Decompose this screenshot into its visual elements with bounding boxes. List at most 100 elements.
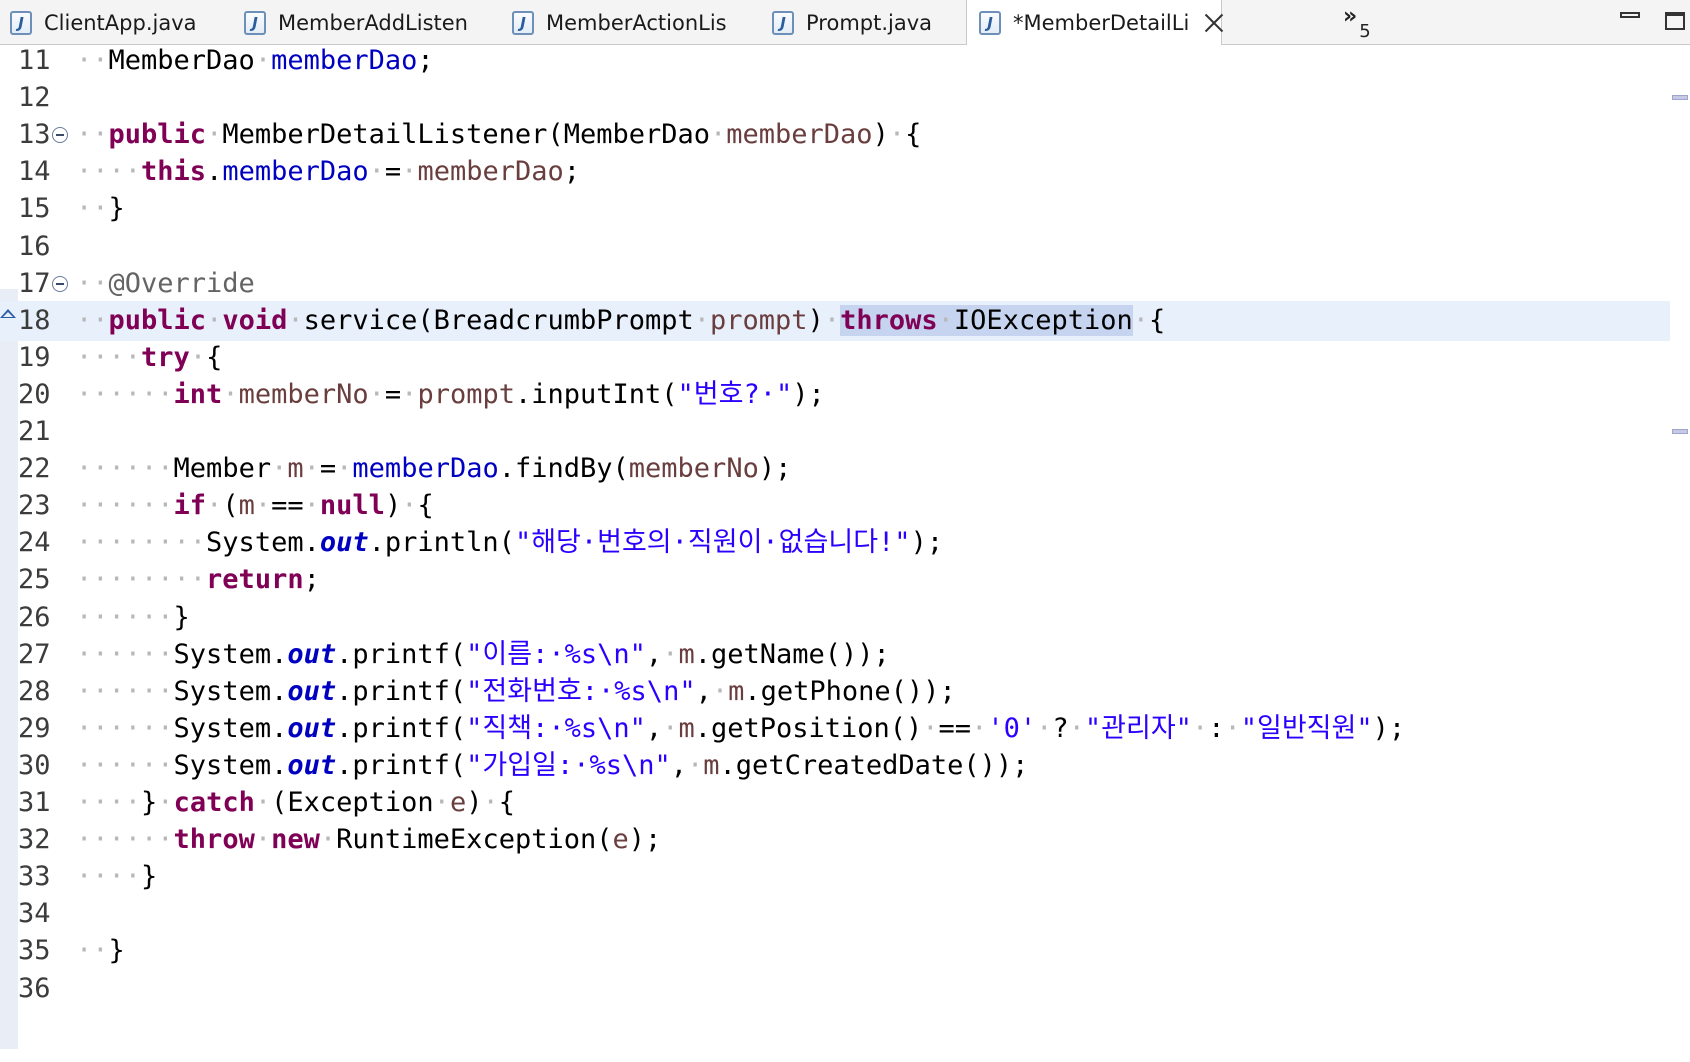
tab-label: ClientApp.java: [44, 10, 197, 35]
fold-collapse-icon[interactable]: [52, 127, 68, 144]
code-line[interactable]: 31 ····}·catch·(Exception·e)·{: [0, 783, 1670, 823]
code-token: );: [910, 527, 944, 559]
line-number: 23: [18, 490, 51, 522]
code-line[interactable]: 29 ······System.out.printf("직책:·%s\n",·m.…: [0, 709, 1670, 749]
java-file-icon: J: [772, 10, 794, 35]
code-token: }: [173, 601, 190, 633]
hidden-tab-count: 5: [1359, 21, 1371, 42]
code-token: ········: [76, 564, 207, 596]
code-token: "일반직원": [1240, 712, 1373, 744]
code-token: ): [807, 304, 824, 336]
code-token: memberDao: [271, 45, 418, 76]
code-token: return: [206, 564, 304, 596]
fold-collapse-icon[interactable]: [52, 275, 68, 292]
tab-client-app[interactable]: J ClientApp.java: [10, 0, 197, 45]
code-token: try: [141, 341, 190, 373]
code-line[interactable]: 22 ······Member·m·=·memberDao.findBy(memb…: [0, 449, 1670, 489]
line-number: 31: [18, 787, 51, 818]
code-text: ······if·(m·==·null)·{: [76, 486, 434, 526]
code-token: out: [287, 749, 337, 781]
code-line[interactable]: 16: [0, 227, 1670, 267]
tab-member-add-listener[interactable]: J MemberAddListen: [244, 0, 468, 45]
code-text: ··}: [76, 931, 125, 971]
code-line[interactable]: 27 ······System.out.printf("이름:·%s\n",·m.…: [0, 635, 1670, 675]
line-number: 34: [18, 898, 51, 930]
java-file-icon: J: [512, 10, 534, 35]
code-token: {: [1149, 304, 1166, 336]
tab-label: Prompt.java: [806, 10, 933, 35]
overview-mark[interactable]: [1672, 429, 1688, 434]
code-token: "해당·번호의·직원이·없습니다!": [514, 527, 911, 559]
code-token: service(BreadcrumbPrompt: [303, 304, 694, 336]
code-token: {: [498, 787, 515, 818]
minimize-icon[interactable]: [1620, 12, 1640, 18]
code-token: .getCreatedDate());: [719, 749, 1029, 781]
code-token: =: [384, 378, 402, 410]
code-token: .getPosition(): [694, 712, 923, 744]
maximize-icon[interactable]: [1665, 12, 1685, 30]
code-line[interactable]: 30 ······System.out.printf("가입일:·%s\n",·m…: [0, 746, 1670, 786]
code-line[interactable]: 25 ········return;: [0, 560, 1670, 600]
code-line[interactable]: 13 ··public·MemberDetailListener(MemberDa…: [0, 115, 1670, 155]
code-token: ·: [1132, 304, 1149, 336]
code-line[interactable]: 33 ····}: [0, 857, 1670, 897]
code-token: ·: [254, 824, 272, 856]
code-token: ·: [1191, 712, 1209, 744]
code-line[interactable]: 36: [0, 969, 1670, 1009]
code-token: '0': [987, 712, 1037, 744]
code-line[interactable]: 11 ··MemberDao·memberDao;: [0, 45, 1670, 81]
java-file-icon: J: [979, 11, 1001, 35]
code-token: =: [319, 453, 337, 485]
code-token: ····: [76, 787, 142, 818]
tab-prompt[interactable]: J Prompt.java: [772, 0, 932, 45]
code-token: throw: [173, 824, 255, 856]
code-token: System.: [173, 675, 288, 707]
code-token: ·: [971, 712, 988, 744]
code-token: ·: [189, 341, 207, 373]
tab-overflow-button[interactable]: »5: [1343, 4, 1371, 42]
code-token: ··: [76, 193, 109, 225]
code-token: ;: [563, 156, 581, 188]
code-token: .: [206, 156, 223, 188]
code-line[interactable]: 17 ··@Override: [0, 264, 1670, 304]
code-line[interactable]: 34: [0, 894, 1670, 934]
code-token: ·: [271, 453, 288, 485]
code-line[interactable]: 19 ····try·{: [0, 338, 1670, 378]
code-token: public: [108, 119, 207, 151]
line-number: 29: [18, 712, 51, 744]
code-line[interactable]: 18 ··public·void·service(BreadcrumbPrompt…: [0, 300, 1670, 341]
code-line[interactable]: 35 ··}: [0, 931, 1670, 971]
code-line[interactable]: 32 ······throw·new·RuntimeException(e);: [0, 820, 1670, 860]
override-marker-icon[interactable]: [0, 308, 16, 318]
code-token: ······: [76, 601, 174, 633]
overview-ruler[interactable]: [1670, 45, 1690, 1062]
code-line[interactable]: 15 ··}: [0, 189, 1670, 229]
code-token: m: [678, 638, 695, 670]
code-token: }: [108, 935, 125, 967]
code-line[interactable]: 21: [0, 412, 1670, 452]
code-text: ······System.out.printf("전화번호:·%s\n",·m.…: [76, 672, 956, 712]
code-line[interactable]: 20 ······int·memberNo·=·prompt.inputInt("…: [0, 375, 1670, 415]
code-line[interactable]: 24 ········System.out.println("해당·번호의·직원이…: [0, 523, 1670, 563]
code-line[interactable]: 14 ····this.memberDao·=·memberDao;: [0, 152, 1670, 192]
code-token: ·: [206, 119, 223, 151]
code-token: ·: [1036, 712, 1053, 744]
tab-member-detail-listener[interactable]: J *MemberDetailLi: [966, 0, 1222, 46]
code-line[interactable]: 28 ······System.out.printf("전화번호:·%s\n",·…: [0, 672, 1670, 712]
code-token: ··: [76, 304, 109, 336]
overview-mark[interactable]: [1672, 95, 1688, 100]
line-number: 30: [18, 749, 51, 781]
code-token: ·: [254, 45, 272, 76]
code-text: ······System.out.printf("이름:·%s\n",·m.ge…: [76, 635, 890, 675]
tab-member-action-listener[interactable]: J MemberActionLis: [512, 0, 727, 45]
code-token: ·: [401, 156, 418, 188]
close-icon[interactable]: [1201, 10, 1221, 36]
tab-label: *MemberDetailLi: [1013, 11, 1190, 35]
code-token: .printf(: [336, 638, 467, 670]
code-line[interactable]: 12: [0, 78, 1670, 118]
code-text: ········return;: [76, 560, 320, 600]
code-line[interactable]: 26 ······}: [0, 598, 1670, 638]
line-number: 32: [18, 824, 51, 856]
code-line[interactable]: 23 ······if·(m·==·null)·{: [0, 486, 1670, 526]
code-editor[interactable]: 11 ··MemberDao·memberDao; 12 13 ··public·Mem…: [0, 45, 1690, 1062]
